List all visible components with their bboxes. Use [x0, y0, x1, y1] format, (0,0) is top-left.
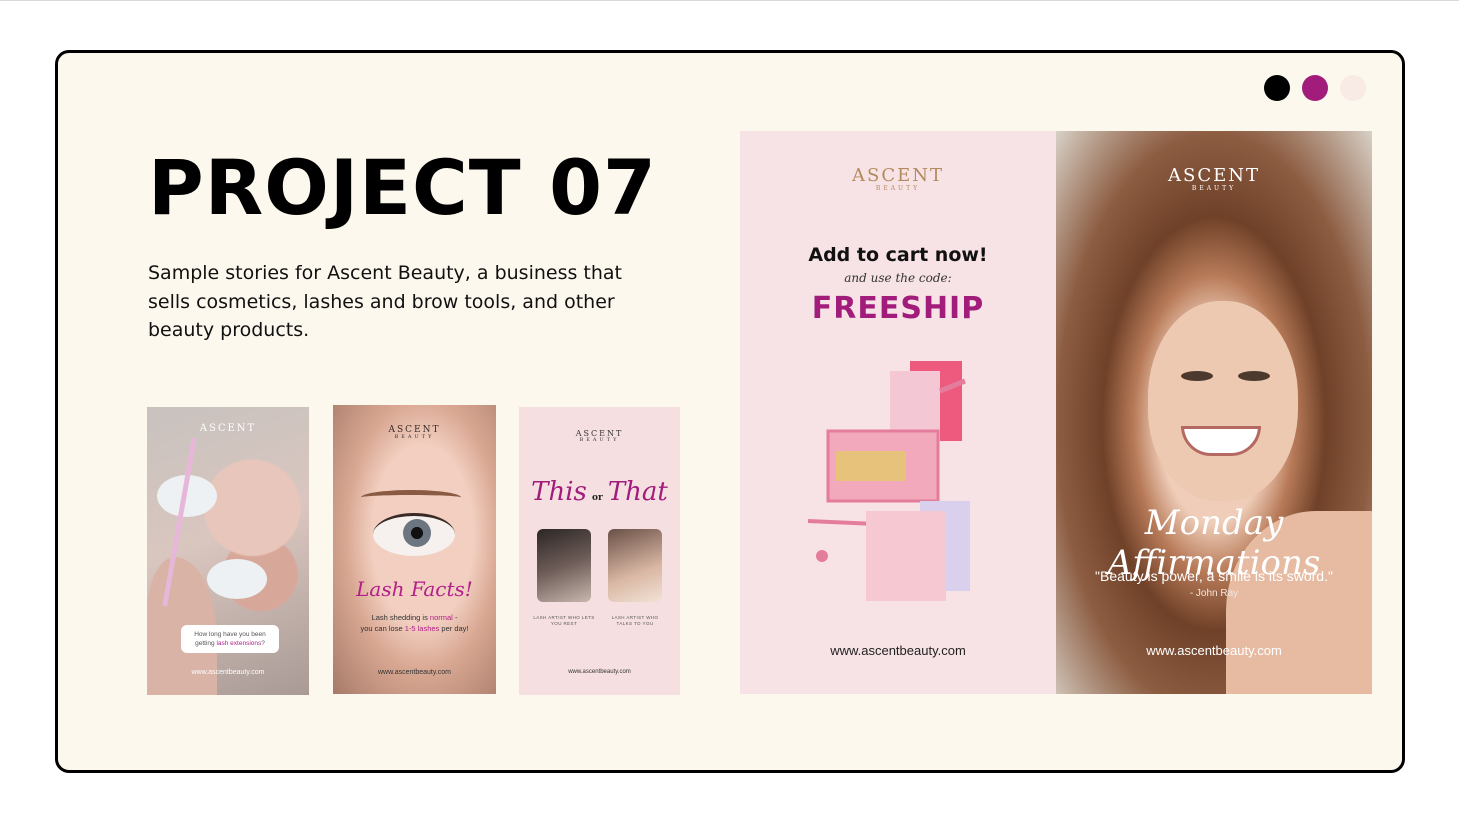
fact-text: Lash shedding is normal - you can lose 1… [333, 612, 496, 634]
page-title: PROJECT 07 [148, 143, 657, 232]
story-freeship[interactable]: ASCENT BEAUTY Add to cart now! and use t… [740, 131, 1056, 694]
caption-left: LASH ARTIST WHO LETS YOU REST [533, 615, 595, 626]
heading-that: That [607, 477, 668, 507]
fact-highlight: 1-5 lashes [404, 624, 440, 633]
fact-text-part: Lash shedding is [371, 613, 430, 622]
fact-line-1: Lash shedding is normal - [333, 612, 496, 623]
heading-this: This [531, 477, 587, 507]
brand-logo-text: ASCENT [199, 423, 257, 434]
story-url: www.ascentbeauty.com [377, 669, 451, 676]
brand-logo-sub: BEAUTY [579, 437, 620, 443]
cta-subtext: and use the code: [844, 271, 952, 285]
heading-or: or [591, 493, 603, 503]
story-url: www.ascentbeauty.com [830, 643, 966, 658]
project-description: Sample stories for Ascent Beauty, a busi… [148, 262, 622, 341]
story-lash-facts[interactable]: ASCENT BEAUTY Lash Facts! Lash shedding … [333, 405, 496, 694]
caption-right: LASH ARTIST WHO TALKS TO YOU [611, 615, 659, 626]
photo-right [608, 529, 662, 602]
story-url: www.ascentbeauty.com [1146, 643, 1282, 658]
palette-swatch-blush [1340, 75, 1366, 101]
fact-text-part: you can lose [360, 624, 405, 633]
brand-logo: ASCENT [147, 423, 309, 434]
brand-logo: ASCENT BEAUTY [333, 425, 496, 440]
story-monday-affirmations[interactable]: ASCENT BEAUTY Monday Affirmations "Beaut… [1056, 131, 1372, 694]
question-sticker: How long have you been getting lash exte… [181, 625, 279, 653]
eye-shape [1181, 371, 1213, 381]
quote-author: - John Ray [1189, 588, 1239, 599]
quote-text: "Beauty is power, a smile is its sword." [1095, 568, 1333, 584]
question-end: ? [261, 640, 265, 647]
fact-highlight: normal [429, 613, 453, 622]
eye-pad-shape [207, 559, 267, 599]
cart-wheel [816, 550, 828, 562]
eye-shape [1238, 371, 1270, 381]
story-heading: This or That [519, 477, 680, 507]
story-url: www.ascentbeauty.com [191, 669, 265, 676]
brand-logo-text: ASCENT [852, 165, 944, 186]
brand-logo-sub: BEAUTY [875, 185, 921, 192]
cta-heading: Add to cart now! [808, 244, 988, 266]
iris-shape [403, 519, 431, 547]
top-divider [0, 0, 1459, 1]
eyebrow-shape [361, 490, 461, 505]
brand-logo-sub: BEAUTY [1191, 185, 1237, 192]
palette-swatch-magenta [1302, 75, 1328, 101]
brand-logo-sub: BEAUTY [394, 434, 435, 440]
question-highlight: lash extensions [216, 640, 262, 647]
slide-frame: PROJECT 07 Sample stories for Ascent Bea… [55, 50, 1405, 773]
fact-text-part: - [452, 613, 458, 622]
promo-code: FREESHIP [811, 291, 985, 326]
photo-left [537, 529, 591, 602]
color-palette [1264, 75, 1366, 101]
cart-items [836, 451, 906, 481]
story-heading: Lash Facts! [356, 577, 473, 601]
bag-front [866, 511, 946, 601]
fact-text-part: per day! [439, 624, 469, 633]
brand-logo: ASCENT BEAUTY [1056, 165, 1372, 192]
palette-swatch-black [1264, 75, 1290, 101]
story-this-or-that[interactable]: ASCENT BEAUTY This or That LASH ARTIST W… [519, 407, 680, 695]
brand-logo: ASCENT BEAUTY [519, 429, 680, 443]
brand-logo: ASCENT BEAUTY [740, 165, 1056, 192]
story-url: www.ascentbeauty.com [568, 669, 631, 675]
shopping-cart-icon [807, 361, 970, 601]
fact-line-2: you can lose 1-5 lashes per day! [333, 623, 496, 634]
face-shape [1148, 301, 1298, 501]
brand-logo-text: ASCENT [1168, 165, 1260, 186]
story-lash-question[interactable]: ASCENT How long have you been getting la… [147, 407, 309, 695]
